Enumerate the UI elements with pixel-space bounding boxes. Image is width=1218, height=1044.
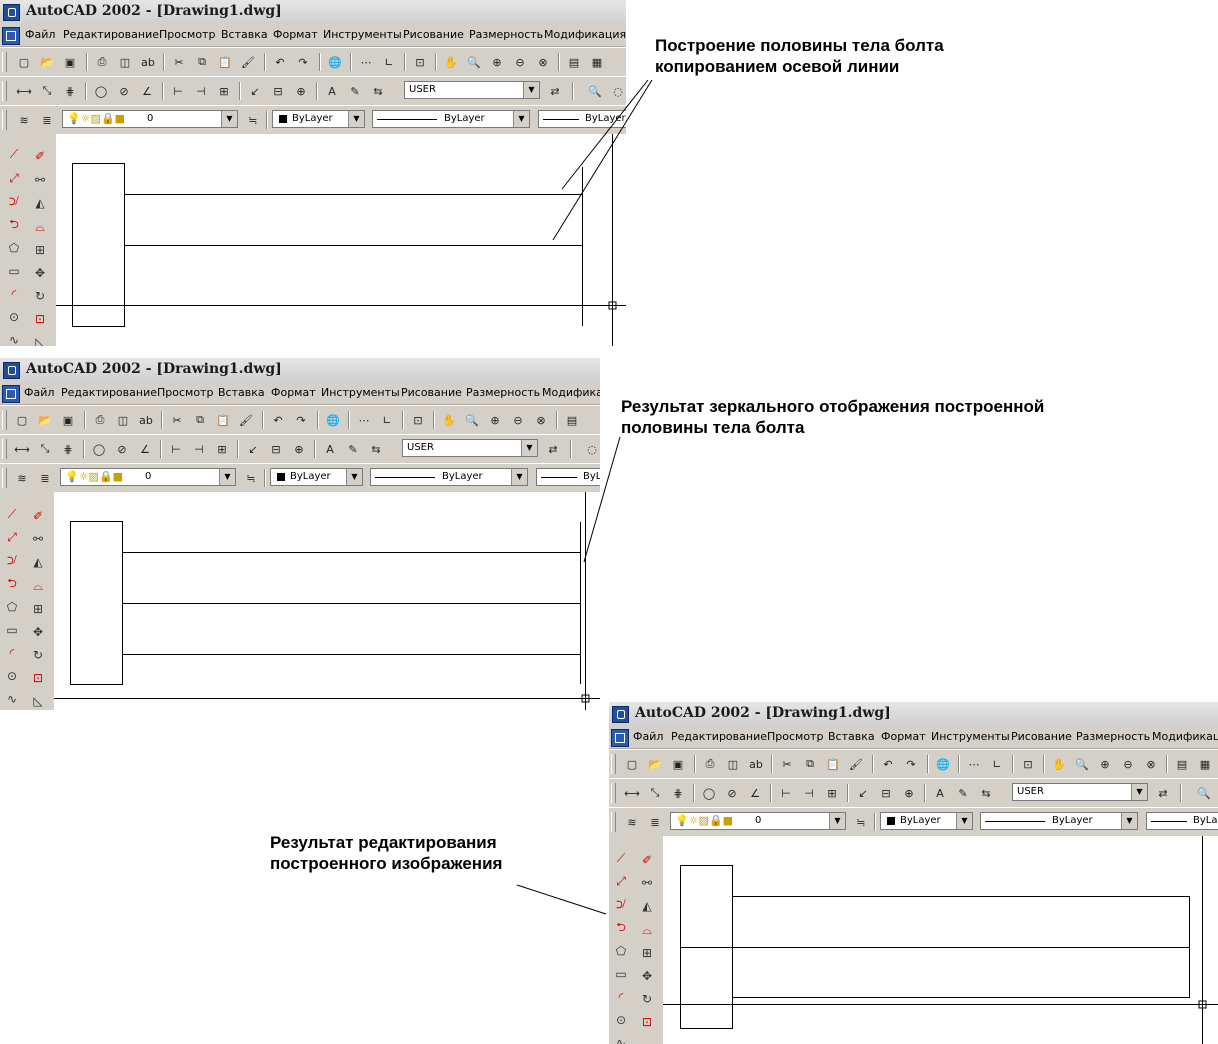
leader-step3 [516,884,607,915]
leader-step1-b [552,79,653,241]
leader-step2 [583,436,621,563]
leader-lines [516,79,653,915]
leader-step1-a [561,79,649,190]
